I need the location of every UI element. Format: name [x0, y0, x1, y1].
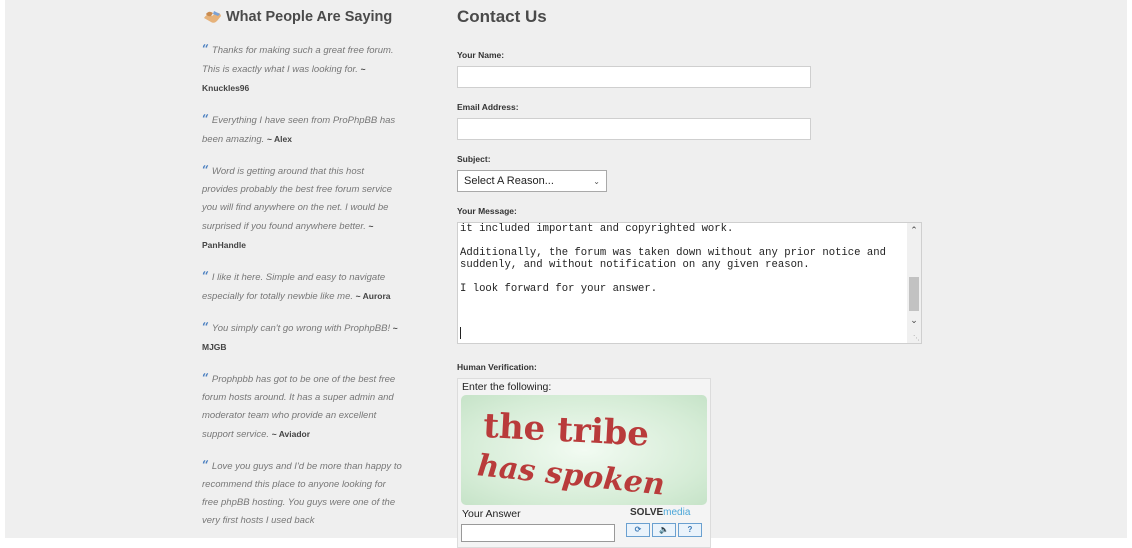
subject-selected-value: Select A Reason... [464, 175, 554, 187]
quote-icon: “ [202, 269, 209, 283]
message-text: opportunity to get into the forum to dow… [460, 223, 886, 295]
testimonial-text: You simply can't go wrong with ProphpBB! [211, 323, 391, 334]
quote-icon: “ [202, 42, 209, 56]
scrollbar-thumb[interactable] [909, 277, 919, 311]
audio-icon[interactable]: 🔈 [652, 523, 676, 537]
quote-icon: “ [202, 458, 209, 472]
name-label: Your Name: [457, 50, 505, 60]
quote-icon: “ [202, 112, 209, 126]
solvemedia-logo-b: media [663, 507, 691, 518]
refresh-icon[interactable]: ⟳ [626, 523, 650, 537]
email-label: Email Address: [457, 102, 519, 112]
testimonial-item: “Prophpbb has got to be one of the best … [202, 369, 402, 444]
testimonial-author: ~ Aviador [271, 429, 311, 439]
testimonial-list: “Thanks for making such a great free for… [202, 40, 402, 530]
page-title: Contact Us [457, 7, 547, 26]
captcha-answer-input[interactable] [461, 524, 615, 542]
verification-label: Human Verification: [457, 362, 537, 372]
handshake-icon [204, 11, 221, 23]
name-group: Your Name: [457, 50, 937, 88]
scroll-up-icon[interactable]: ⌃ [907, 223, 921, 237]
subject-select[interactable]: Select A Reason... ⌄ [457, 170, 607, 192]
email-group: Email Address: [457, 102, 937, 140]
message-scrollbar[interactable]: ⌃ ⌄ [907, 223, 921, 343]
contact-form: Contact Us Your Name: Email Address: Sub… [457, 6, 937, 548]
text-caret [460, 327, 461, 339]
captcha-text-line-1: the tribe [482, 406, 650, 455]
testimonials-sidebar: What People Are Saying “Thanks for makin… [202, 6, 402, 542]
scroll-down-icon[interactable]: ⌄ [907, 313, 921, 327]
testimonial-item: “Thanks for making such a great free for… [202, 40, 402, 98]
testimonial-text: Word is getting around that this host pr… [202, 166, 393, 232]
subject-group: Subject: Select A Reason... ⌄ [457, 154, 937, 192]
captcha-buttons: ⟳ 🔈 ? [626, 523, 702, 537]
testimonial-item: “Everything I have seen from ProPhpBB ha… [202, 110, 402, 149]
captcha-prompt: Enter the following: [462, 381, 552, 393]
quote-icon: “ [202, 163, 209, 177]
captcha-image: the tribe has spoken [461, 395, 707, 505]
message-textarea[interactable]: opportunity to get into the forum to dow… [457, 222, 922, 344]
captcha-widget: Enter the following: the tribe has spoke… [457, 378, 711, 548]
testimonial-text: Everything I have seen from ProPhpBB has… [202, 115, 396, 145]
solvemedia-logo: SOLVEmedia [630, 507, 690, 518]
page: What People Are Saying “Thanks for makin… [5, 0, 1127, 548]
testimonial-item: “I like it here. Simple and easy to navi… [202, 267, 402, 306]
testimonial-author: ~ Alex [266, 134, 292, 144]
sidebar-title: What People Are Saying [226, 9, 393, 25]
chevron-down-icon: ⌄ [593, 176, 600, 186]
testimonial-item: “Love you guys and I'd be more than happ… [202, 456, 402, 530]
message-label: Your Message: [457, 206, 517, 216]
email-input[interactable] [457, 118, 811, 140]
quote-icon: “ [202, 371, 209, 385]
solvemedia-logo-a: SOLVE [630, 507, 664, 518]
testimonial-item: “You simply can't go wrong with ProphpBB… [202, 318, 402, 357]
resize-grip-icon[interactable]: ⋱ [913, 334, 920, 342]
subject-label: Subject: [457, 154, 491, 164]
message-group: Your Message: opportunity to get into th… [457, 206, 937, 344]
help-icon[interactable]: ? [678, 523, 702, 537]
testimonial-item: “Word is getting around that this host p… [202, 161, 402, 255]
quote-icon: “ [202, 320, 209, 334]
captcha-text-line-2: has spoken [476, 448, 667, 502]
testimonial-text: Love you guys and I'd be more than happy… [202, 461, 402, 526]
name-input[interactable] [457, 66, 811, 88]
testimonial-author: ~ Aurora [355, 291, 391, 301]
captcha-answer-label: Your Answer [462, 508, 521, 520]
verification-group: Human Verification: Enter the following:… [457, 362, 937, 548]
sidebar-header: What People Are Saying [202, 6, 402, 28]
